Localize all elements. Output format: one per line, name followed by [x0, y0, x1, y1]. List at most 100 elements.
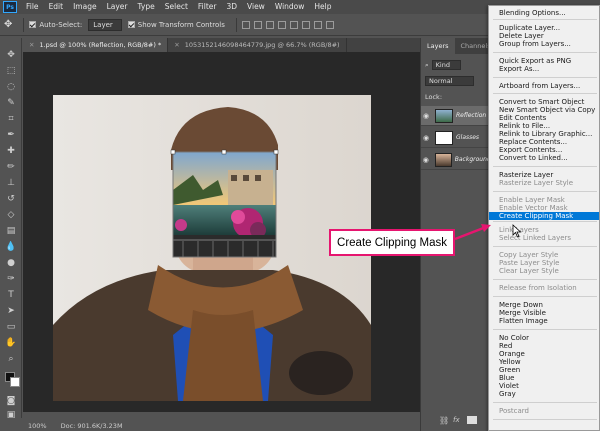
menu-item[interactable]: Create Clipping Mask	[489, 212, 599, 220]
menu-type[interactable]: Type	[133, 0, 160, 14]
lasso-tool-icon[interactable]: ◌	[5, 82, 17, 92]
menu-layer[interactable]: Layer	[102, 0, 133, 14]
divider	[23, 17, 25, 32]
menu-3d[interactable]: 3D	[221, 0, 242, 14]
shape-tool-icon[interactable]: ▭	[5, 322, 17, 332]
background-color-swatch[interactable]	[10, 377, 20, 387]
menu-separator	[493, 93, 597, 94]
menu-filter[interactable]: Filter	[193, 0, 222, 14]
zoom-level[interactable]: 100%	[28, 422, 47, 430]
menu-item[interactable]: Group from Layers...	[499, 40, 571, 48]
hand-tool-icon[interactable]: ✋	[5, 338, 17, 348]
auto-select-label: Auto-Select:	[39, 20, 83, 29]
menu-edit[interactable]: Edit	[44, 0, 69, 14]
healing-tool-icon[interactable]: ✚	[5, 146, 17, 156]
menu-help[interactable]: Help	[309, 0, 336, 14]
crop-tool-icon[interactable]: ⌗	[5, 114, 17, 124]
menu-item[interactable]: No Color	[499, 334, 529, 342]
menu-select[interactable]: Select	[160, 0, 193, 14]
menu-item[interactable]: Red	[499, 342, 512, 350]
menu-item[interactable]: Duplicate Layer...	[499, 24, 560, 32]
layer-row-background[interactable]: ◉ Background	[421, 150, 489, 170]
zoom-tool-icon[interactable]: ⌕	[5, 354, 17, 364]
align-left-icon[interactable]	[277, 20, 286, 29]
menu-separator	[493, 296, 597, 297]
menu-item: Clear Layer Style	[499, 267, 559, 275]
tab-document-2[interactable]: ✕ 1053152146098464779.jpg @ 66.7% (RGB/8#…	[168, 38, 347, 52]
lock-row: Lock:	[425, 92, 489, 102]
close-icon[interactable]: ✕	[29, 41, 34, 49]
pen-tool-icon[interactable]: ✑	[5, 274, 17, 284]
menu-item: Paste Layer Style	[499, 259, 560, 267]
menu-item[interactable]: Gray	[499, 390, 516, 398]
menu-item[interactable]: Export Contents...	[499, 146, 562, 154]
move-tool-icon[interactable]: ✥	[4, 19, 12, 30]
align-bottom-icon[interactable]	[265, 20, 274, 29]
menu-item[interactable]: Orange	[499, 350, 525, 358]
dodge-tool-icon[interactable]: ●	[5, 258, 17, 268]
stamp-tool-icon[interactable]: ⊥	[5, 178, 17, 188]
align-right-icon[interactable]	[301, 20, 310, 29]
menu-item[interactable]: Export As...	[499, 65, 539, 73]
menu-item[interactable]: Yellow	[499, 358, 521, 366]
auto-select-dropdown[interactable]: Layer	[88, 18, 122, 31]
menu-window[interactable]: Window	[270, 0, 310, 14]
search-icon: ⌕	[425, 60, 429, 69]
layer-style-icon[interactable]: fx	[453, 416, 460, 424]
menu-item[interactable]: Delete Layer	[499, 32, 544, 40]
menu-item[interactable]: Relink to Library Graphic...	[499, 130, 592, 138]
move-tool-icon[interactable]: ✥	[5, 50, 17, 60]
align-top-icon[interactable]	[241, 20, 250, 29]
kind-filter-dropdown[interactable]: Kind	[431, 60, 461, 70]
menu-item[interactable]: Rasterize Layer	[499, 171, 553, 179]
menu-item[interactable]: Green	[499, 366, 520, 374]
menu-item[interactable]: Relink to File...	[499, 122, 550, 130]
menu-item[interactable]: Blue	[499, 374, 515, 382]
layer-row-reflection[interactable]: ◉ Reflection	[421, 106, 489, 126]
menu-item[interactable]: Merge Down	[499, 301, 543, 309]
menu-item[interactable]: Artboard from Layers...	[499, 82, 580, 90]
align-middle-icon[interactable]	[253, 20, 262, 29]
menu-item[interactable]: Quick Export as PNG	[499, 57, 571, 65]
add-mask-icon[interactable]	[467, 416, 477, 424]
brush-tool-icon[interactable]: ✏	[5, 162, 17, 172]
menu-file[interactable]: File	[21, 0, 44, 14]
auto-select-checkbox[interactable]: Auto-Select:	[29, 21, 82, 29]
distribute-icon[interactable]	[325, 20, 334, 29]
tab-layers[interactable]: Layers	[421, 38, 455, 54]
gradient-tool-icon[interactable]: ▤	[5, 226, 17, 236]
menu-item[interactable]: Violet	[499, 382, 519, 390]
menu-item[interactable]: Edit Contents	[499, 114, 546, 122]
blur-tool-icon[interactable]: 💧	[5, 242, 17, 252]
menu-image[interactable]: Image	[68, 0, 102, 14]
align-center-icon[interactable]	[289, 20, 298, 29]
distribute-icon[interactable]	[313, 20, 322, 29]
close-icon[interactable]: ✕	[174, 41, 179, 49]
menu-item[interactable]: Flatten Image	[499, 317, 548, 325]
menu-item[interactable]: Convert to Smart Object	[499, 98, 584, 106]
screen-mode-icon[interactable]: ▣	[5, 410, 17, 420]
menu-item[interactable]: Replace Contents...	[499, 138, 567, 146]
quick-select-tool-icon[interactable]: ✎	[5, 98, 17, 108]
layer-row-glasses[interactable]: ◉ Glasses	[421, 128, 489, 148]
eye-icon[interactable]: ◉	[421, 156, 431, 164]
eyedropper-tool-icon[interactable]: ✒	[5, 130, 17, 140]
quick-mask-icon[interactable]: ◙	[5, 396, 17, 406]
transform-controls-checkbox[interactable]: Show Transform Controls	[127, 21, 225, 29]
eye-icon[interactable]: ◉	[421, 134, 431, 142]
path-select-tool-icon[interactable]: ➤	[5, 306, 17, 316]
marquee-tool-icon[interactable]: ⬚	[5, 66, 17, 76]
link-layers-icon[interactable]: ⛓	[439, 416, 449, 425]
menu-item[interactable]: New Smart Object via Copy	[499, 106, 595, 114]
tab-document-1[interactable]: ✕ 1.psd @ 100% (Reflection, RGB/8#) *	[23, 38, 169, 52]
menu-view[interactable]: View	[242, 0, 270, 14]
eraser-tool-icon[interactable]: ◇	[5, 210, 17, 220]
eye-icon[interactable]: ◉	[421, 112, 431, 120]
history-brush-icon[interactable]: ↺	[5, 194, 17, 204]
menu-item[interactable]: Convert to Linked...	[499, 154, 568, 162]
type-tool-icon[interactable]: T	[5, 290, 17, 300]
menu-item[interactable]: Blending Options...	[499, 9, 566, 17]
menu-item[interactable]: Merge Visible	[499, 309, 546, 317]
document-image[interactable]	[53, 95, 371, 401]
blend-mode-dropdown[interactable]: Normal	[425, 76, 474, 86]
